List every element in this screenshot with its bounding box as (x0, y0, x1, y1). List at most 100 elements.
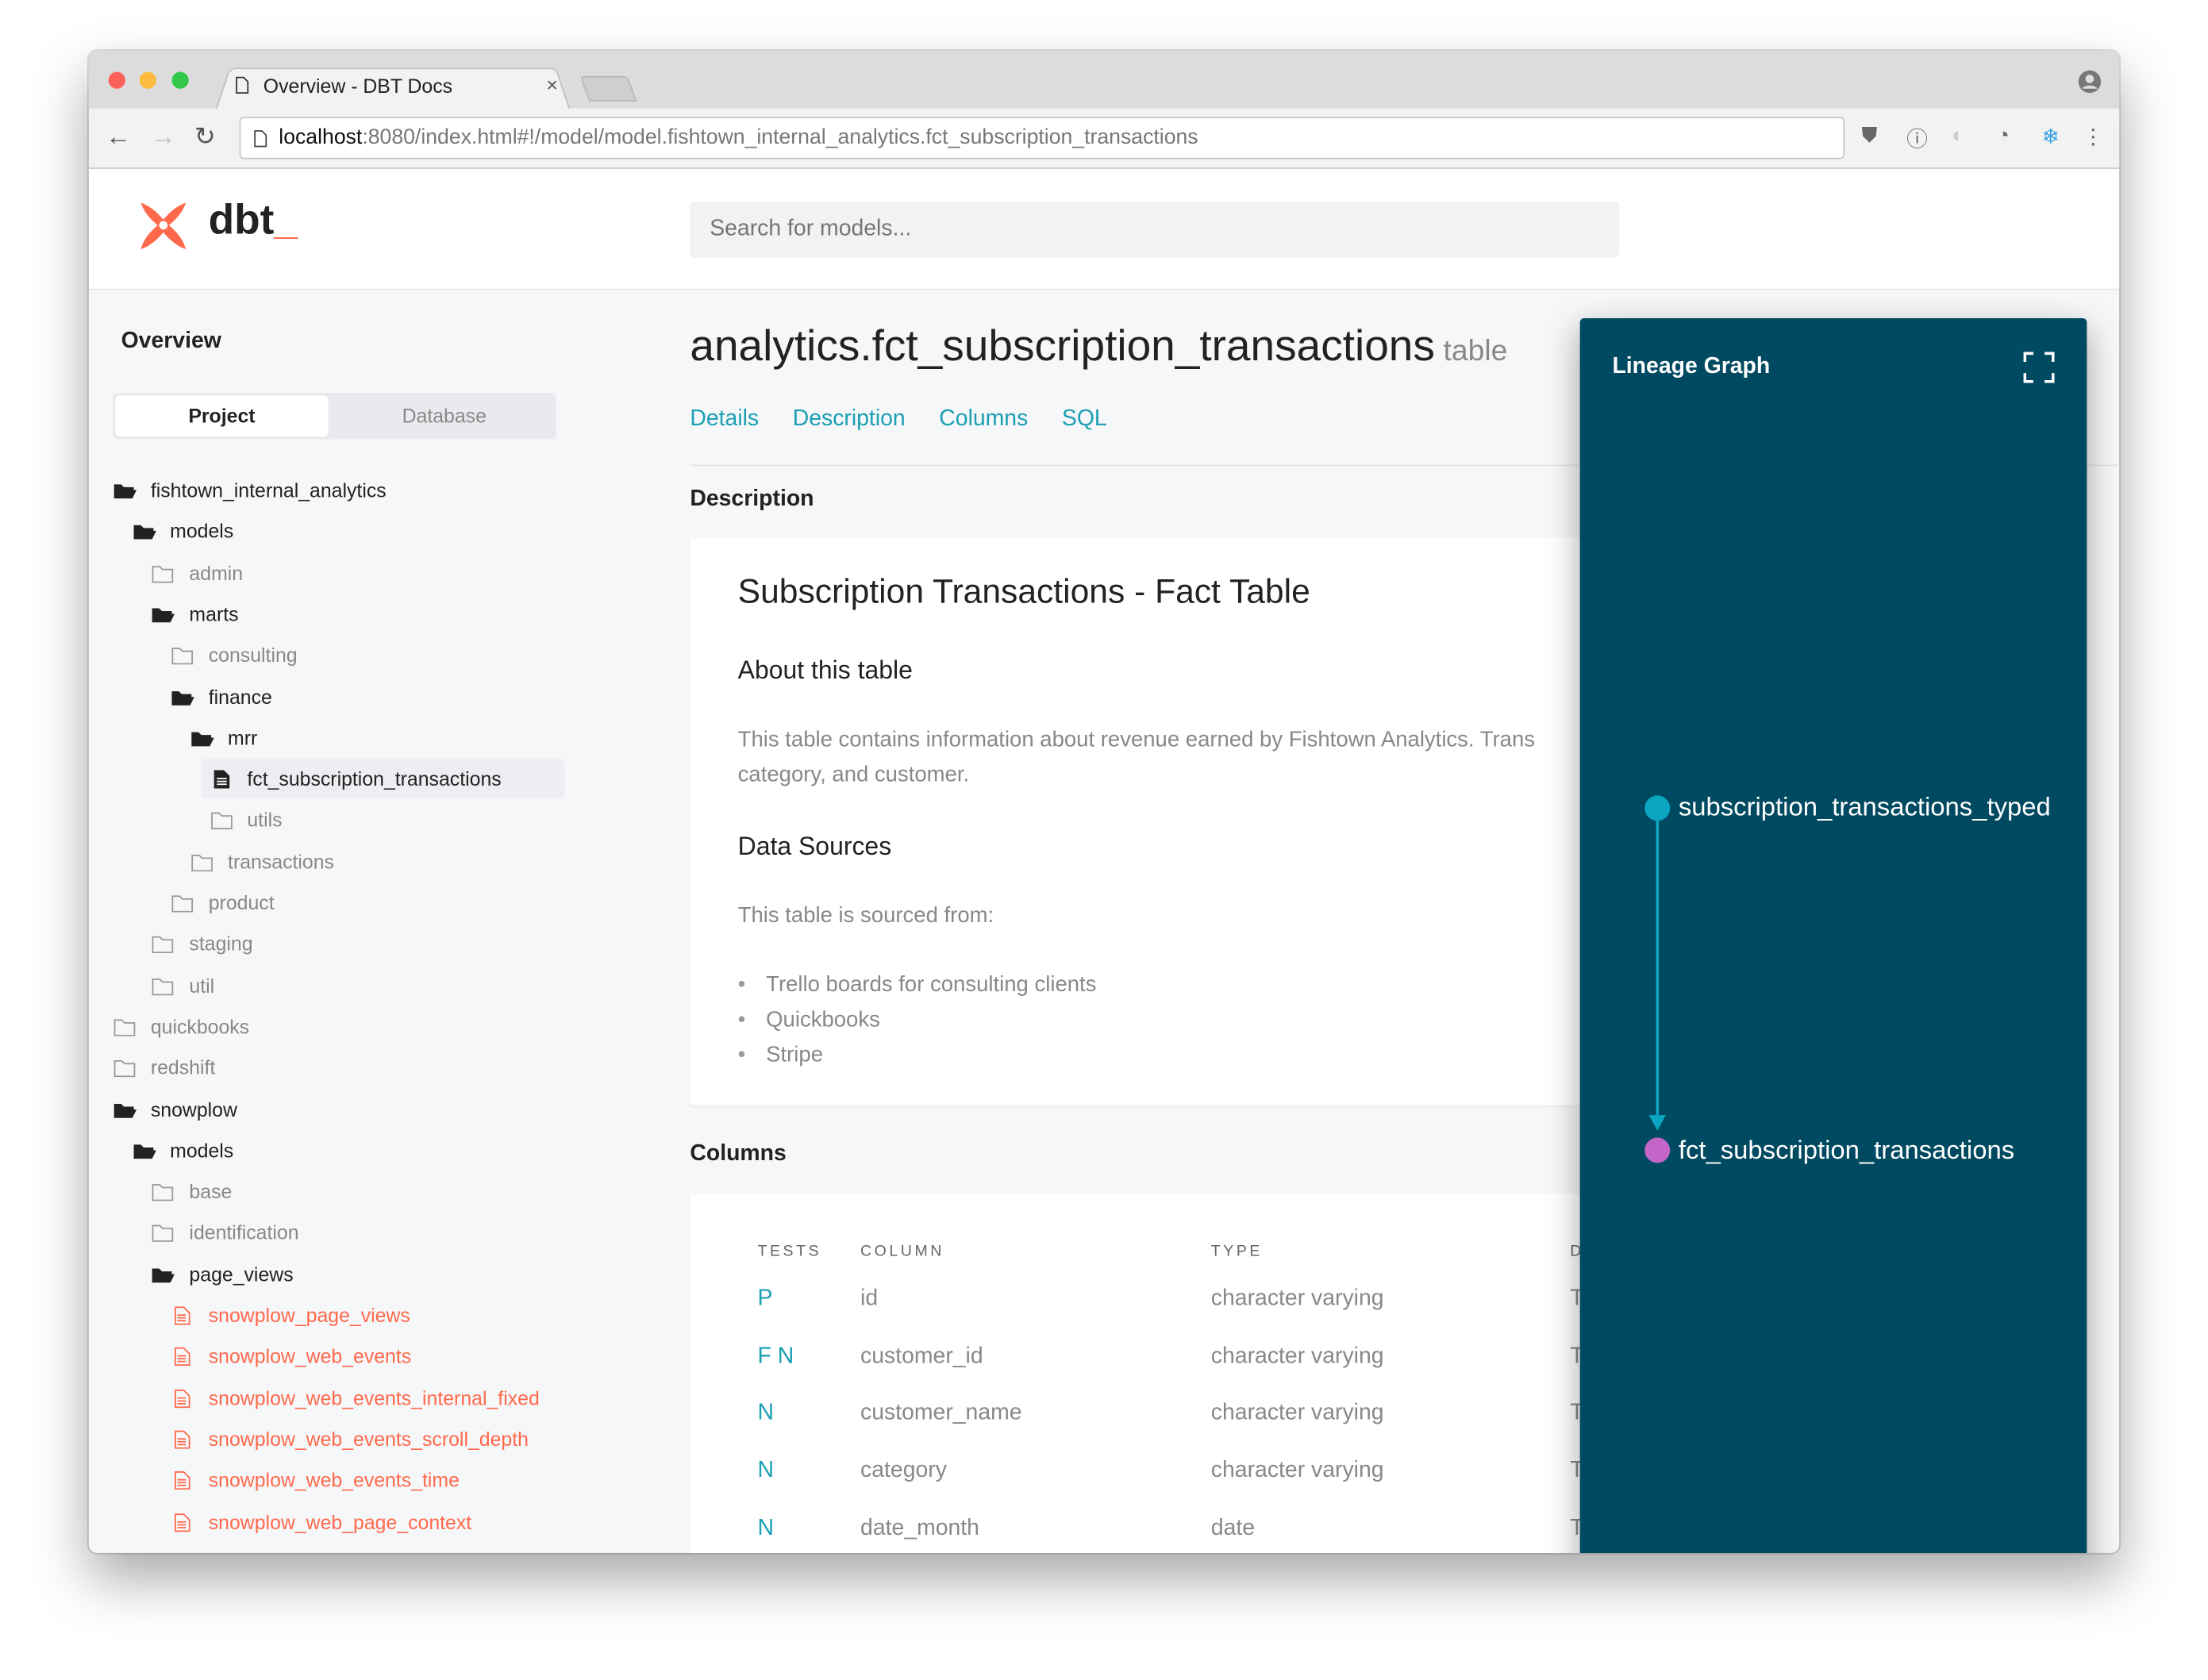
toggle-project[interactable]: Project (115, 395, 329, 437)
tree-item-snowplow-web-page-context[interactable]: snowplow_web_page_context (171, 1501, 471, 1541)
column-type: character varying (1210, 1344, 1384, 1368)
new-tab-button[interactable] (579, 75, 637, 102)
tree-item-label: marts (189, 602, 239, 625)
tree-item-label: mrr (228, 726, 258, 749)
tree-item-util[interactable]: util (152, 965, 214, 1005)
tree-item-utils[interactable]: utils (209, 800, 283, 840)
tree-item-snowplow-web-events-scroll-depth[interactable]: snowplow_web_events_scroll_depth (171, 1419, 529, 1459)
node-fct-subscription-transactions[interactable] (1644, 1137, 1671, 1163)
lineage-graph (1644, 795, 1671, 1163)
tree-item-finance[interactable]: finance (171, 677, 272, 717)
tree-item-consulting[interactable]: consulting (171, 635, 298, 675)
tree-item-models[interactable]: models (132, 512, 233, 552)
tree-item-label: base (189, 1179, 233, 1203)
model-type: table (1443, 335, 1508, 368)
dbt-docs-page: dbt_ Overview Project Database fishtown_… (88, 168, 2120, 1553)
file-icon (175, 1430, 190, 1449)
dbt-logo[interactable]: dbt_ (209, 197, 298, 244)
address-bar[interactable]: localhost:8080/index.html#!/model/model.… (239, 117, 1845, 160)
node-subscription-transactions-typed[interactable] (1644, 795, 1671, 821)
section-tabs: Details Description Columns SQL (690, 407, 1106, 432)
node-label[interactable]: subscription_transactions_typed (1679, 791, 2051, 822)
reload-icon[interactable]: ↻ (194, 122, 216, 152)
tree-item-label: redshift (150, 1055, 216, 1079)
tree-item-label: models (170, 520, 234, 543)
folder-icon (152, 1225, 174, 1243)
lineage-graph-panel: Lineage Graph subscription_transactions_… (1579, 317, 2087, 1553)
extension-badge-icon[interactable]: ◔ (1997, 124, 2010, 148)
tab-sql[interactable]: SQL (1062, 407, 1107, 432)
password-manager-icon[interactable]: ⓘ (1906, 124, 1928, 153)
maximize-window-button[interactable] (171, 71, 189, 89)
about-heading: About this table (737, 655, 913, 685)
app-header: dbt_ (88, 168, 2120, 290)
column-name: id (860, 1286, 879, 1311)
sources-heading: Data Sources (737, 832, 892, 861)
tree-item-label: quickbooks (150, 1015, 250, 1038)
profile-icon[interactable] (2077, 69, 2102, 94)
tree-item-base[interactable]: base (152, 1171, 233, 1211)
menu-icon[interactable]: ⋮ (2083, 124, 2104, 149)
folder-icon (152, 1184, 174, 1201)
tab-bar: Overview - DBT Docs × (88, 50, 2120, 110)
tree-item-redshift[interactable]: redshift (113, 1048, 215, 1087)
back-icon[interactable]: ← (106, 122, 131, 152)
url-path: :8080/index.html#!/model/model.fishtown_… (362, 125, 1198, 150)
column-name: category (860, 1459, 947, 1483)
forward-icon[interactable]: → (151, 122, 176, 152)
column-name: customer_name (860, 1401, 1022, 1426)
tree-item-models[interactable]: models (132, 1130, 233, 1170)
node-label[interactable]: fct_subscription_transactions (1679, 1135, 2014, 1166)
column-type: character varying (1210, 1401, 1384, 1426)
tab-details[interactable]: Details (690, 407, 759, 432)
folder-icon (152, 936, 174, 954)
tree-item-mrr[interactable]: mrr (190, 717, 257, 757)
tree-item-label: snowplow_web_events (208, 1344, 412, 1368)
sources-list: Trello boards for consulting clients Qui… (738, 967, 1097, 1073)
model-name: analytics.fct_subscription_transactions (690, 321, 1435, 371)
tree-item-label: staging (189, 932, 253, 955)
folder-icon (171, 895, 194, 913)
header-column: COLUMN (860, 1243, 944, 1260)
header-tests: TESTS (757, 1243, 822, 1260)
tree-item-quickbooks[interactable]: quickbooks (113, 1006, 249, 1046)
ublock-icon[interactable]: ⛊ (1861, 124, 1877, 148)
tree-item-snowplow-page-views[interactable]: snowplow_page_views (171, 1295, 410, 1335)
tree-item-snowplow-web-events[interactable]: snowplow_web_events (171, 1336, 411, 1376)
tree-item-identification[interactable]: identification (152, 1213, 299, 1252)
tab-title: Overview - DBT Docs (263, 75, 453, 98)
folder-open-icon (190, 732, 214, 746)
tab-close-button[interactable]: × (546, 73, 558, 95)
snowflake-icon[interactable]: ❄ (2042, 124, 2060, 149)
close-window-button[interactable] (108, 71, 125, 89)
columns-label: Columns (690, 1141, 787, 1167)
folder-icon (171, 648, 194, 665)
extension-icon[interactable]: ◐ (1952, 124, 1964, 148)
tab-description[interactable]: Description (793, 407, 906, 432)
folder-icon (113, 1060, 136, 1078)
tree-item-fishtown-internal-analytics[interactable]: fishtown_internal_analytics (113, 471, 387, 510)
tree-item-snowplow[interactable]: snowplow (113, 1089, 237, 1128)
tree-item-label: fct_subscription_transactions (247, 767, 502, 790)
tree-item-transactions[interactable]: transactions (190, 841, 334, 881)
search-input[interactable] (690, 201, 1620, 258)
source-item: Quickbooks (738, 1002, 1097, 1037)
dbt-logo-icon[interactable] (137, 200, 190, 253)
minimize-window-button[interactable] (139, 71, 156, 89)
tree-item-snowplow-web-events-time[interactable]: snowplow_web_events_time (171, 1460, 460, 1500)
tree-item-page-views[interactable]: page_views (152, 1254, 294, 1294)
tree-item-product[interactable]: product (171, 882, 275, 922)
tree-item-marts[interactable]: marts (152, 594, 239, 634)
page-title: analytics.fct_subscription_transactions t… (690, 321, 1507, 372)
tab-columns[interactable]: Columns (939, 407, 1028, 432)
file-icon (175, 1513, 190, 1532)
tree-item-staging[interactable]: staging (152, 924, 253, 963)
page-icon (236, 76, 249, 94)
tree-item-fct-subscription-transactions[interactable]: fct_subscription_transactions (200, 759, 564, 799)
url-host: localhost (279, 125, 363, 150)
toggle-database[interactable]: Database (338, 396, 551, 436)
tree-item-admin[interactable]: admin (152, 553, 243, 593)
file-icon (175, 1471, 190, 1490)
source-item: Stripe (738, 1038, 1097, 1073)
tree-item-snowplow-web-events-internal-fixed[interactable]: snowplow_web_events_internal_fixed (171, 1378, 540, 1417)
